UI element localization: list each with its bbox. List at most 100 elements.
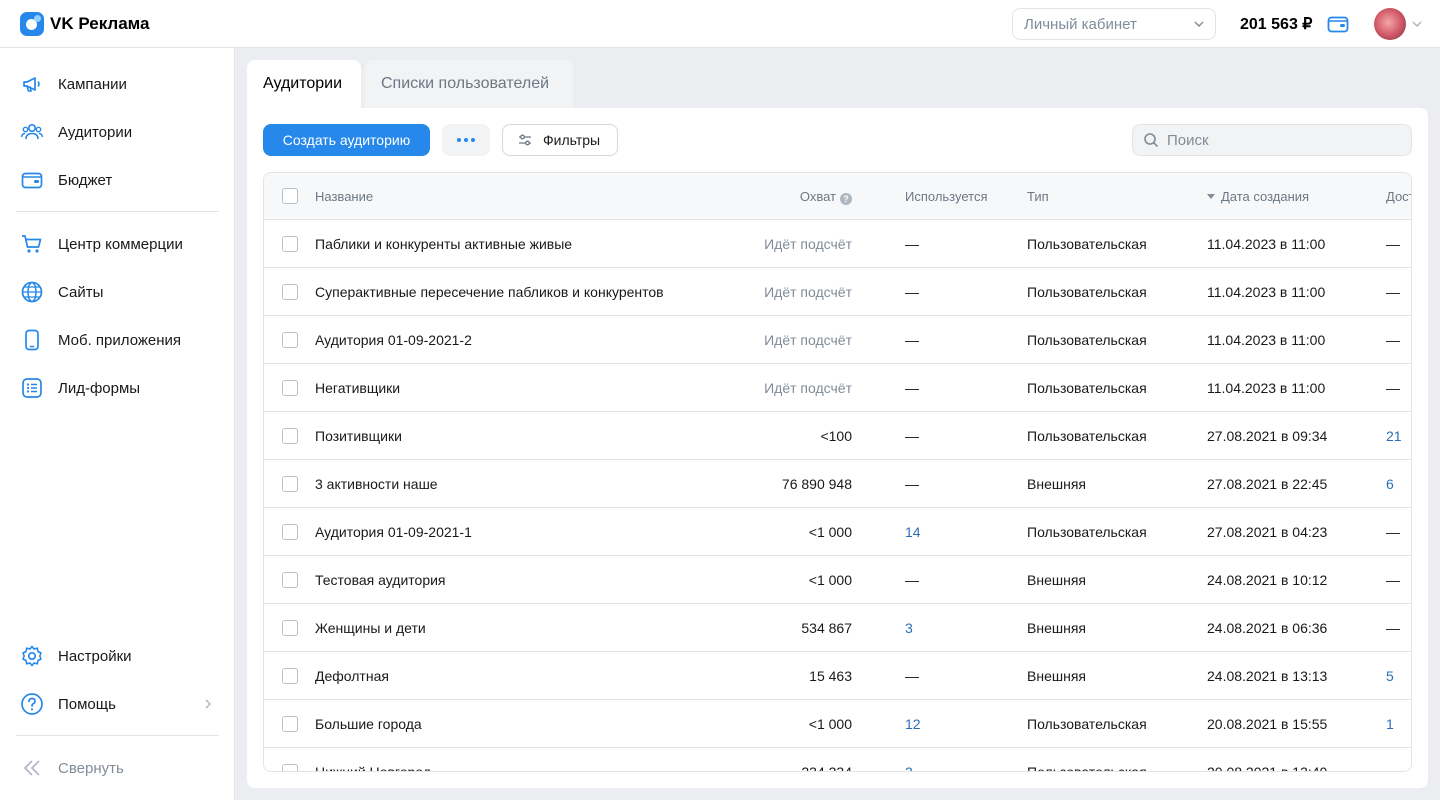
- sidebar-item-lead-forms[interactable]: Лид-формы: [0, 364, 234, 412]
- audience-reach: Идёт подсчёт: [764, 236, 852, 252]
- search-input[interactable]: [1167, 131, 1407, 149]
- column-access[interactable]: Дост: [1386, 189, 1411, 204]
- row-checkbox[interactable]: [282, 668, 298, 684]
- sidebar-item-mobile-apps[interactable]: Моб. приложения: [0, 316, 234, 364]
- audience-used[interactable]: 2: [905, 764, 913, 771]
- column-reach[interactable]: Охват?: [800, 189, 852, 205]
- sidebar-item-commerce[interactable]: Центр коммерции: [0, 220, 234, 268]
- audience-used: —: [905, 380, 919, 396]
- table-row[interactable]: 3 активности наше 76 890 948 — Внешняя 27.08…: [264, 460, 1411, 508]
- table-row[interactable]: Тестовая аудитория <1 000 — Внешняя 24.08.20…: [264, 556, 1411, 604]
- row-checkbox[interactable]: [282, 380, 298, 396]
- row-checkbox[interactable]: [282, 620, 298, 636]
- tab-user-lists[interactable]: Списки пользователей: [365, 60, 573, 108]
- audience-name[interactable]: Тестовая аудитория: [315, 572, 446, 588]
- audience-type: Внешняя: [1027, 476, 1086, 492]
- table-row[interactable]: Суперактивные пересечение пабликов и кон…: [264, 268, 1411, 316]
- sidebar-item-label: Сайты: [58, 283, 104, 301]
- sidebar-collapse-button[interactable]: Свернуть: [0, 744, 234, 792]
- megaphone-icon: [20, 72, 44, 96]
- audience-name[interactable]: Аудитория 01-09-2021-2: [315, 332, 472, 348]
- audience-used: —: [905, 476, 919, 492]
- row-checkbox[interactable]: [282, 428, 298, 444]
- audience-name[interactable]: Аудитория 01-09-2021-1: [315, 524, 472, 540]
- row-checkbox[interactable]: [282, 524, 298, 540]
- sidebar-item-audiences[interactable]: Аудитории: [0, 108, 234, 156]
- audience-reach: Идёт подсчёт: [764, 380, 852, 396]
- audience-created-date: 11.04.2023 в 11:00: [1207, 380, 1326, 396]
- table-row[interactable]: Нижний Новгород 234 234 2 Пользовательская 2…: [264, 748, 1411, 772]
- audience-name[interactable]: Паблики и конкуренты активные живые: [315, 236, 572, 252]
- table-row[interactable]: Большие города <1 000 12 Пользовательская 20…: [264, 700, 1411, 748]
- audience-name[interactable]: Женщины и дети: [315, 620, 426, 636]
- top-header: VK Реклама Личный кабинет 201 563 ₽: [0, 0, 1440, 48]
- audience-used[interactable]: 12: [905, 716, 921, 732]
- sidebar-item-label: Моб. приложения: [58, 331, 182, 349]
- sidebar-item-budget[interactable]: Бюджет: [0, 156, 234, 204]
- phone-icon: [20, 328, 44, 352]
- tab-audiences[interactable]: Аудитории: [247, 60, 361, 108]
- audience-reach: Идёт подсчёт: [764, 284, 852, 300]
- column-name[interactable]: Название: [315, 189, 373, 204]
- more-actions-button[interactable]: [442, 124, 490, 156]
- column-used[interactable]: Используется: [905, 189, 988, 204]
- audience-created-date: 24.08.2021 в 06:36: [1207, 620, 1328, 636]
- table-row[interactable]: Позитивщики <100 — Пользовательская 27.08.20…: [264, 412, 1411, 460]
- create-audience-button[interactable]: Создать аудиторию: [263, 124, 430, 156]
- filters-button[interactable]: Фильтры: [502, 124, 618, 156]
- table-row[interactable]: Аудитория 01-09-2021-2 Идёт подсчёт — Польз…: [264, 316, 1411, 364]
- help-label: Помощь: [58, 695, 116, 713]
- audience-created-date: 27.08.2021 в 09:34: [1207, 428, 1328, 444]
- table-row[interactable]: Паблики и конкуренты активные живые Идёт …: [264, 220, 1411, 268]
- wallet-icon[interactable]: [1326, 12, 1350, 36]
- globe-icon: [20, 280, 44, 304]
- sidebar: Кампании Аудитории Бюджет Центр коммерци…: [0, 48, 235, 800]
- audience-used[interactable]: 14: [905, 524, 921, 540]
- table-row[interactable]: Дефолтная 15 463 — Внешняя 24.08.2021 в 13:1…: [264, 652, 1411, 700]
- tab-bar: Аудитории Списки пользователей: [247, 60, 573, 108]
- sidebar-item-settings[interactable]: Настройки: [0, 632, 234, 680]
- audience-name[interactable]: 3 активности наше: [315, 476, 438, 492]
- audience-created-date: 24.08.2021 в 13:13: [1207, 668, 1328, 684]
- audience-created-date: 20.08.2021 в 13:40: [1207, 764, 1328, 772]
- avatar[interactable]: [1374, 8, 1406, 40]
- audience-access[interactable]: 21: [1386, 428, 1402, 444]
- search-box[interactable]: [1132, 124, 1412, 156]
- column-date[interactable]: Дата создания: [1207, 189, 1309, 204]
- audience-type: Внешняя: [1027, 620, 1086, 636]
- question-icon[interactable]: ?: [840, 193, 852, 205]
- table-row[interactable]: Женщины и дети 534 867 3 Внешняя 24.08.2021 …: [264, 604, 1411, 652]
- row-checkbox[interactable]: [282, 572, 298, 588]
- select-all-checkbox[interactable]: [282, 188, 298, 204]
- audience-access[interactable]: 1: [1386, 716, 1394, 732]
- table-row[interactable]: Аудитория 01-09-2021-1 <1 000 14 Пользовате…: [264, 508, 1411, 556]
- chevron-down-icon[interactable]: [1411, 18, 1423, 30]
- vk-logo-icon: [20, 12, 44, 36]
- audience-name[interactable]: Негативщики: [315, 380, 400, 396]
- sidebar-item-label: Центр коммерции: [58, 235, 183, 253]
- row-checkbox[interactable]: [282, 716, 298, 732]
- audience-name[interactable]: Позитивщики: [315, 428, 402, 444]
- audience-name[interactable]: Дефолтная: [315, 668, 389, 684]
- audience-access[interactable]: 5: [1386, 668, 1394, 684]
- table-row[interactable]: Негативщики Идёт подсчёт — Пользовательская…: [264, 364, 1411, 412]
- column-type[interactable]: Тип: [1027, 189, 1049, 204]
- account-select[interactable]: Личный кабинет: [1012, 8, 1216, 40]
- audience-used[interactable]: 3: [905, 620, 913, 636]
- audience-access: —: [1386, 524, 1400, 540]
- sidebar-item-sites[interactable]: Сайты: [0, 268, 234, 316]
- row-checkbox[interactable]: [282, 332, 298, 348]
- row-checkbox[interactable]: [282, 476, 298, 492]
- sidebar-item-campaigns[interactable]: Кампании: [0, 60, 234, 108]
- row-checkbox[interactable]: [282, 236, 298, 252]
- audience-name[interactable]: Нижний Новгород: [315, 764, 431, 771]
- audience-name[interactable]: Большие города: [315, 716, 422, 732]
- row-checkbox[interactable]: [282, 284, 298, 300]
- row-checkbox[interactable]: [282, 764, 298, 771]
- question-icon: [20, 692, 44, 716]
- vk-ads-logo[interactable]: VK Реклама: [20, 12, 150, 36]
- balance-amount[interactable]: 201 563 ₽: [1240, 14, 1312, 34]
- audience-access[interactable]: 6: [1386, 476, 1394, 492]
- audience-name[interactable]: Суперактивные пересечение пабликов и кон…: [315, 284, 664, 300]
- sidebar-item-help[interactable]: Помощь: [0, 680, 234, 728]
